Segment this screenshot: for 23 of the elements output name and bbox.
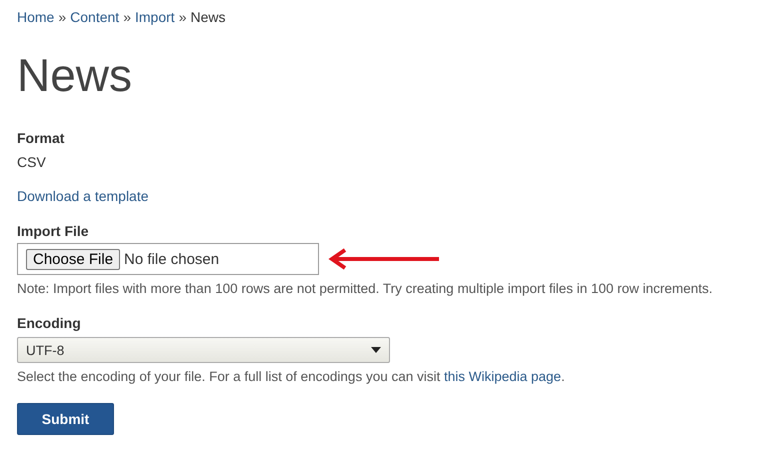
breadcrumb-separator: »: [178, 8, 186, 27]
format-value: CSV: [17, 153, 46, 172]
breadcrumb-separator: »: [123, 8, 131, 27]
import-note: Note: Import files with more than 100 rows are not permitted. Try creating multiple import files in 100 row increments.: [17, 280, 713, 298]
breadcrumb-link[interactable]: Import: [135, 7, 175, 27]
encoding-label: Encoding: [17, 314, 81, 333]
page-title: News: [17, 48, 132, 102]
file-status: No file chosen: [124, 250, 220, 268]
submit-button[interactable]: Submit: [17, 403, 114, 435]
download-template-link[interactable]: Download a template: [17, 186, 149, 206]
breadcrumb-separator: »: [58, 8, 66, 27]
breadcrumb-current: News: [190, 8, 226, 27]
encoding-help: Select the encoding of your file. For a full list of encodings you can visit this Wikipedia page.: [17, 368, 565, 386]
arrow-icon: [327, 247, 441, 271]
file-input[interactable]: Choose File No file chosen: [17, 243, 319, 275]
breadcrumb-link[interactable]: Home: [17, 7, 54, 27]
format-label: Format: [17, 129, 64, 148]
breadcrumb-link[interactable]: Content: [70, 7, 120, 27]
import-file-label: Import File: [17, 222, 89, 241]
wikipedia-link[interactable]: this Wikipedia page: [444, 369, 562, 384]
choose-file-button[interactable]: Choose File: [26, 248, 120, 270]
dropdown-caret-icon: [371, 347, 381, 353]
encoding-select[interactable]: UTF-8: [17, 337, 390, 363]
